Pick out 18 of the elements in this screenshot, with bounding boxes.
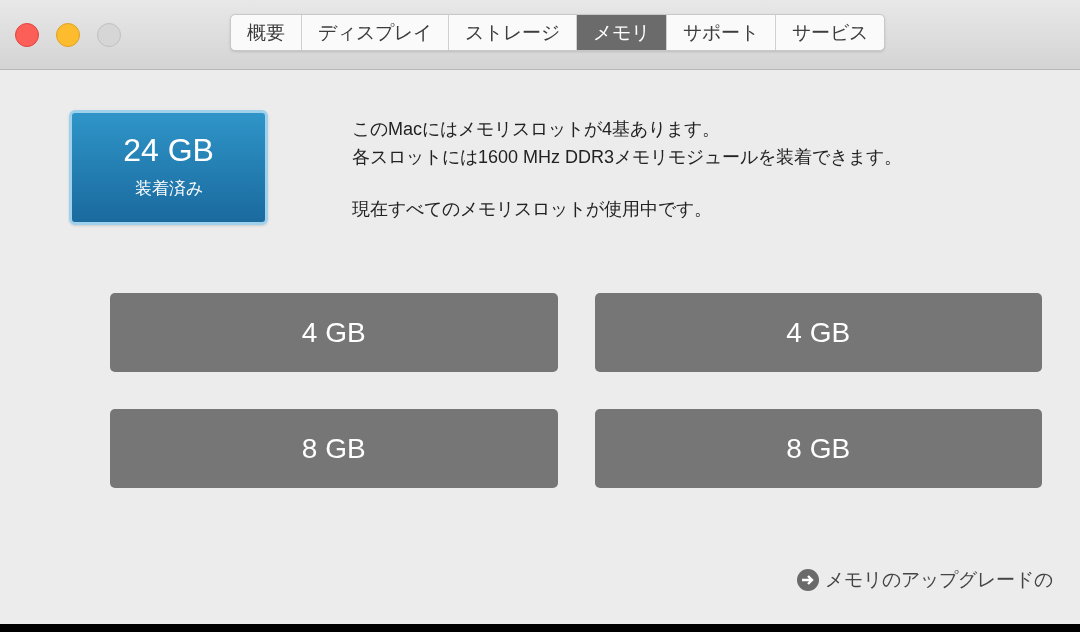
minimize-button[interactable] (56, 22, 80, 47)
tab[interactable]: サポート (666, 15, 775, 50)
close-button[interactable] (15, 22, 39, 47)
upgrade-link[interactable]: メモリのアップグレードの (825, 565, 1053, 594)
memory-slot: 8 GB (594, 409, 1042, 488)
installed-label: 装着済み (134, 177, 203, 200)
info-text: 現在すべてのメモリスロットが使用中です。 (352, 198, 713, 221)
tab[interactable]: 概要 (231, 15, 301, 50)
zoom-button[interactable] (97, 22, 121, 47)
tab[interactable]: ディスプレイ (301, 15, 448, 50)
memory-slot: 8 GB (110, 409, 558, 488)
memory-slot: 4 GB (110, 293, 558, 372)
info-text: 各スロットには1600 MHz DDR3メモリモジュールを装着できます。 (352, 146, 903, 169)
info-text: このMacにはメモリスロットが4基あります。 (352, 118, 721, 141)
memory-slot: 4 GB (594, 293, 1042, 372)
tab[interactable]: サービス (775, 15, 884, 50)
tab[interactable]: メモリ (576, 15, 666, 50)
total-memory: 24 GB (123, 133, 214, 166)
